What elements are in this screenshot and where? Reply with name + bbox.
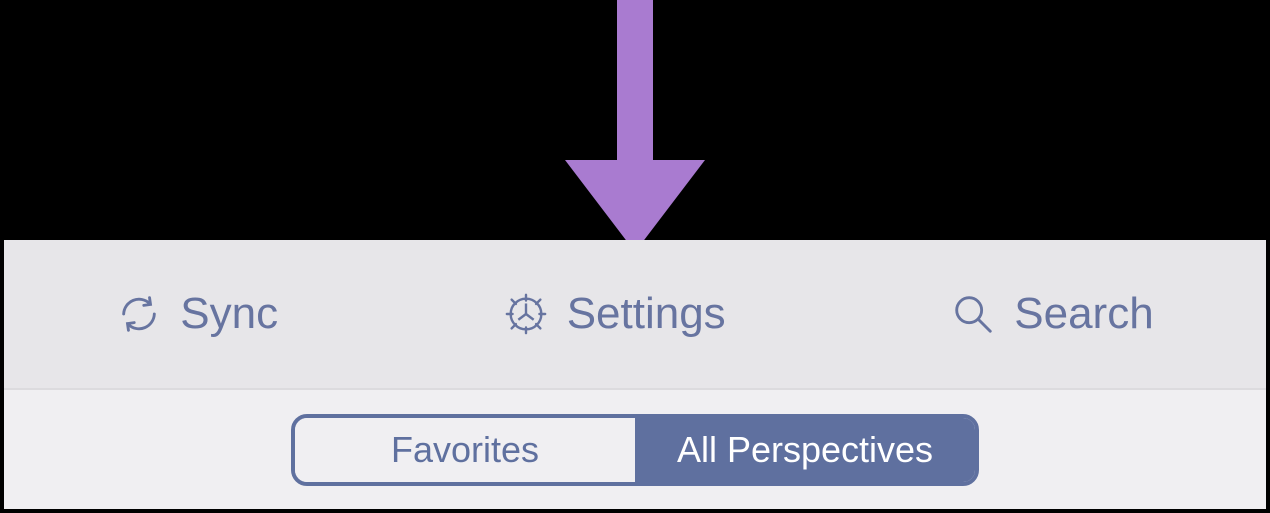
search-button[interactable]: Search [926, 279, 1177, 349]
arrow-down-icon [555, 0, 715, 260]
gear-icon [503, 291, 549, 337]
tab-favorites[interactable]: Favorites [295, 418, 635, 482]
sync-icon [116, 291, 162, 337]
segmented-control: Favorites All Perspectives [291, 414, 979, 486]
tab-all-perspectives[interactable]: All Perspectives [635, 418, 975, 482]
search-label: Search [1014, 289, 1153, 339]
tab-favorites-label: Favorites [391, 429, 539, 471]
settings-label: Settings [567, 289, 726, 339]
search-icon [950, 291, 996, 337]
panel: Sync [4, 240, 1266, 509]
annotation-area [0, 0, 1270, 250]
tab-all-perspectives-label: All Perspectives [677, 429, 933, 471]
sync-label: Sync [180, 289, 278, 339]
segmented-control-wrap: Favorites All Perspectives [4, 390, 1266, 509]
settings-button[interactable]: Settings [479, 279, 750, 349]
toolbar: Sync [4, 240, 1266, 390]
sync-button[interactable]: Sync [92, 279, 302, 349]
